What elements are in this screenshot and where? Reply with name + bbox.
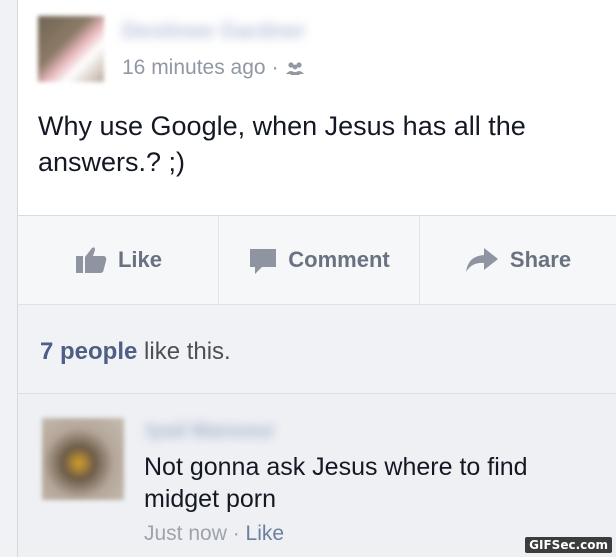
comment-like-link[interactable]: Like: [246, 522, 285, 545]
post-card: Destinee Gardner 16 minutes ago · Why use…: [18, 0, 616, 216]
comment-author-name[interactable]: Iyad Mansour: [146, 420, 275, 443]
meta-separator: ·: [271, 56, 279, 79]
likes-text: 7 people like this.: [40, 338, 231, 366]
share-label: Share: [509, 247, 572, 272]
post-meta: 16 minutes ago ·: [122, 56, 305, 80]
post-timestamp[interactable]: 16 minutes ago: [122, 56, 266, 79]
share-arrow-icon: [465, 248, 498, 272]
friends-icon[interactable]: [285, 61, 305, 75]
post-author-name[interactable]: Destinee Gardner: [122, 18, 305, 44]
likes-count-link[interactable]: 7 people: [40, 338, 137, 365]
speech-bubble-icon: [250, 249, 277, 274]
watermark: GIFSec.com: [525, 537, 612, 553]
like-label: Like: [117, 247, 163, 272]
thumbs-up-icon: [75, 247, 107, 273]
like-button[interactable]: Like: [18, 216, 218, 304]
share-button[interactable]: Share: [419, 216, 616, 304]
left-edge-divider: [0, 0, 18, 557]
likes-suffix: like this.: [137, 338, 231, 365]
comment-meta-separator: ·: [226, 522, 246, 545]
comment-button[interactable]: Comment: [218, 216, 420, 304]
comment-meta: Just now · Like: [144, 522, 284, 546]
comment-text: Not gonna ask Jesus where to find midget…: [144, 453, 528, 513]
post-author-avatar[interactable]: [38, 16, 104, 82]
post-text: Why use Google, when Jesus has all the a…: [38, 111, 526, 177]
comment-timestamp: Just now: [144, 522, 227, 545]
post-actions-bar: Like Comment Share: [18, 216, 616, 305]
comment-label: Comment: [288, 247, 390, 272]
comment-item: Iyad Mansour Not gonna ask Jesus where t…: [18, 394, 616, 557]
comment-author-avatar[interactable]: [42, 418, 124, 500]
likes-summary: 7 people like this.: [18, 305, 616, 394]
